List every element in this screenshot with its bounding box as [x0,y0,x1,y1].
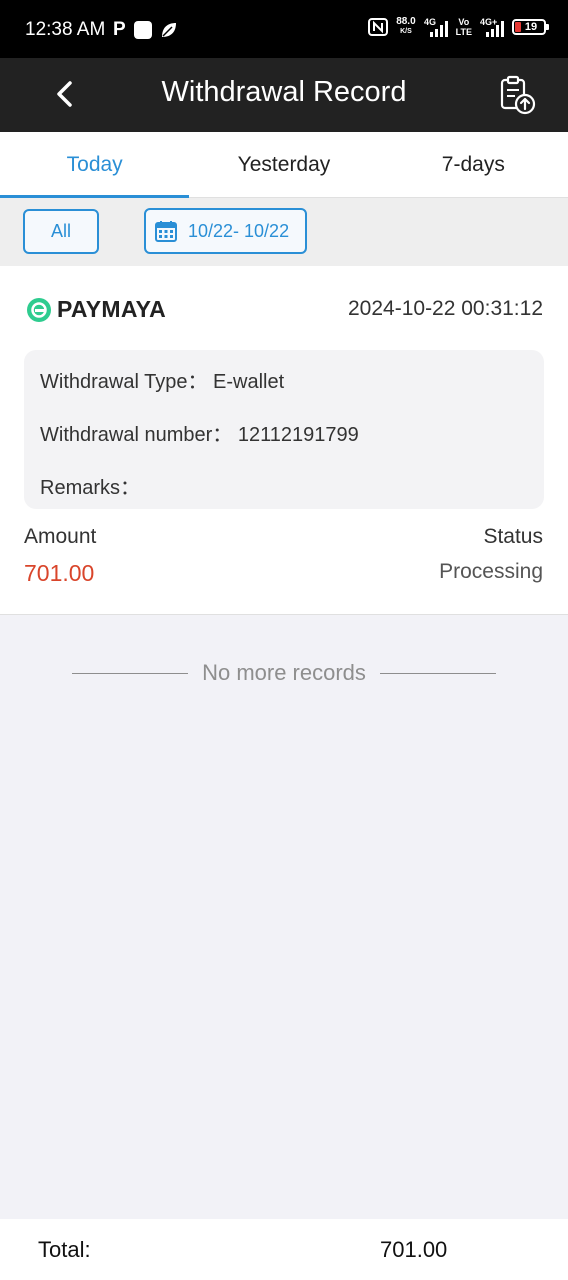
status-value: Processing [439,560,543,583]
volte-top: Vo [458,17,470,27]
parking-icon: P [113,19,126,40]
remarks-label: Remarks： [40,477,141,499]
sim1-label: 4G [424,17,436,27]
app-header: Withdrawal Record [0,58,568,132]
withdrawal-number-row: Withdrawal number： 12112191799 [40,418,359,447]
withdrawal-record-card[interactable]: PAYMAYA 2024-10-22 00:31:12 Withdrawal T… [0,266,568,615]
record-details: Withdrawal Type： E-wallet Withdrawal num… [24,350,544,509]
divider-left [72,672,189,674]
status-label: Status [483,525,543,548]
paymaya-logo-icon [27,297,51,322]
signal-icon-sim1: 4G [424,17,448,37]
clipboard-upload-icon[interactable] [498,75,538,115]
tab-yesterday[interactable]: Yesterday [189,132,378,197]
app-notification-icon [133,21,152,39]
filter-bar: All 10/22- 10/22 [0,198,568,266]
tab-today[interactable]: Today [0,132,190,198]
all-filter-button[interactable]: All [23,209,99,254]
record-datetime: 2024-10-22 00:31:12 [348,297,543,320]
date-range-text: 10/22- 10/22 [188,220,290,241]
battery-icon: 19 [512,19,549,35]
total-footer: Total: 701.00 [0,1219,568,1280]
signal-icon-sim2: 4G+ [480,17,504,37]
withdrawal-type-label: Withdrawal Type： [40,371,208,393]
withdrawal-type-value: E-wallet [213,371,285,393]
withdrawal-number-label: Withdrawal number： [40,424,233,446]
withdrawal-type-row: Withdrawal Type： E-wallet [40,365,284,394]
sim2-label: 4G+ [480,17,497,27]
payment-brand: PAYMAYA [26,296,166,323]
no-more-records: No more records [0,658,568,688]
divider-right [379,672,496,674]
volte-bottom: LTE [455,27,472,37]
tab-7-days[interactable]: 7-days [379,132,568,197]
remarks-row: Remarks： [40,471,140,500]
withdrawal-number-value: 12112191799 [237,424,359,446]
no-more-records-text: No more records [202,660,366,685]
net-speed: 88.0 K/S [396,17,415,37]
total-value: 701.00 [380,1237,448,1262]
status-time: 12:38 AM [25,19,106,40]
date-tabs: Today Yesterday 7-days [0,132,568,198]
status-bar: 12:38 AM P 88.0 K/S 4G Vo LTE 4G+ 19 [0,0,568,58]
amount-value: 701.00 [24,560,95,586]
battery-level: 19 [524,21,538,33]
date-range-button[interactable]: 10/22- 10/22 [144,208,307,254]
calendar-icon [155,221,177,242]
page-title: Withdrawal Record [161,76,407,108]
leaf-icon [161,23,176,37]
net-speed-unit: K/S [400,28,412,35]
net-speed-value: 88.0 [396,16,416,27]
total-label: Total: [38,1237,91,1262]
volte-icon: Vo LTE [456,17,472,37]
amount-label: Amount [24,525,97,548]
system-icons: 88.0 K/S 4G Vo LTE 4G+ 19 [368,16,549,38]
notification-icons: P [113,19,178,41]
nfc-icon [368,18,389,36]
brand-name: PAYMAYA [57,296,167,322]
